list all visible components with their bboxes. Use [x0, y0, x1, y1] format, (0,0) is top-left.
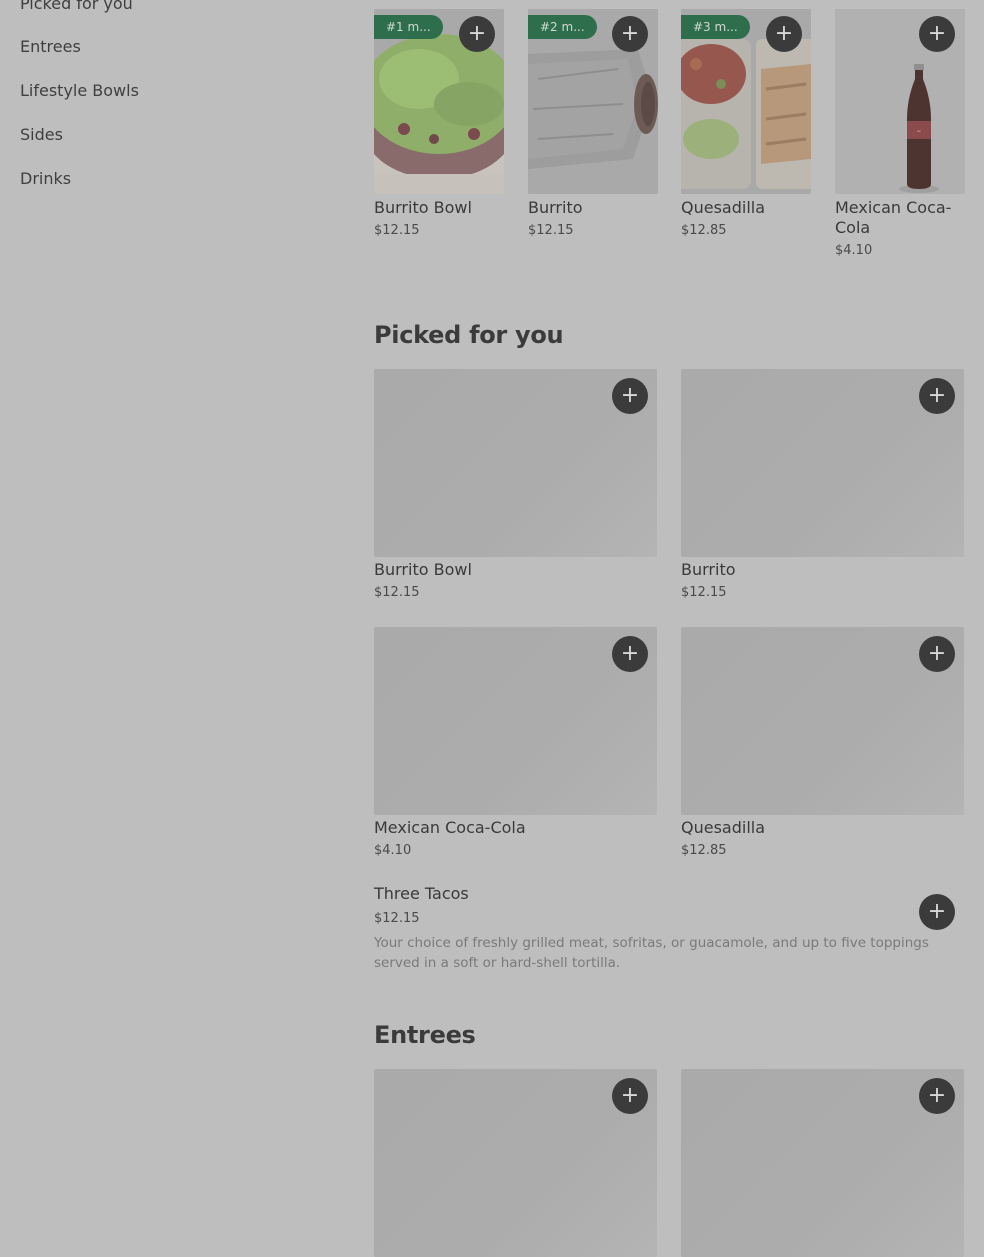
item-price: $12.15 — [374, 911, 420, 926]
rank-badge: #3 m... — [681, 15, 750, 39]
add-mexican-coca-cola-button[interactable]: + — [919, 16, 955, 52]
item-name: Mexican Coca-Cola — [835, 198, 952, 237]
sidebar-item-drinks[interactable]: Drinks — [20, 169, 71, 188]
add-burrito-button[interactable]: + — [919, 378, 955, 414]
plus-icon: + — [620, 383, 640, 408]
plus-icon: + — [927, 899, 947, 924]
rank-badge: #1 m... — [374, 15, 443, 39]
plus-icon: + — [927, 21, 947, 46]
item-name: Quesadilla — [681, 198, 766, 217]
item-description: Your choice of freshly grilled meat, sof… — [374, 935, 929, 971]
add-burrito-bowl-button[interactable]: + — [612, 378, 648, 414]
item-name: Burrito Bowl — [374, 198, 472, 217]
item-price: $4.10 — [835, 243, 873, 258]
item-name: Quesadilla — [681, 818, 766, 837]
plus-icon: + — [927, 1083, 947, 1108]
sidebar-item-picked-for-you[interactable]: Picked for you — [20, 0, 133, 13]
item-price: $12.15 — [681, 585, 727, 600]
plus-icon: + — [620, 1083, 640, 1108]
item-name: Three Tacos — [374, 884, 469, 903]
add-burrito-button[interactable]: + — [612, 16, 648, 52]
sidebar-item-entrees[interactable]: Entrees — [20, 37, 81, 56]
add-quesadilla-button[interactable]: + — [766, 16, 802, 52]
item-price: $12.15 — [374, 223, 420, 238]
item-price: $12.15 — [374, 585, 420, 600]
section-title-picked-for-you: Picked for you — [374, 321, 564, 349]
plus-icon: + — [620, 641, 640, 666]
add-quesadilla-button[interactable]: + — [919, 636, 955, 672]
rank-badge: #2 m... — [528, 15, 597, 39]
add-burrito-bowl-button[interactable]: + — [459, 16, 495, 52]
section-title-entrees: Entrees — [374, 1021, 476, 1049]
item-price: $4.10 — [374, 843, 412, 858]
item-name: Burrito — [528, 198, 583, 217]
item-price: $12.15 — [528, 223, 574, 238]
plus-icon: + — [774, 21, 794, 46]
sidebar-item-lifestyle-bowls[interactable]: Lifestyle Bowls — [20, 81, 139, 100]
sidebar-item-sides[interactable]: Sides — [20, 125, 63, 144]
plus-icon: + — [927, 641, 947, 666]
item-price: $12.85 — [681, 223, 727, 238]
add-entree-button[interactable]: + — [919, 1078, 955, 1114]
item-price: $12.85 — [681, 843, 727, 858]
plus-icon: + — [467, 21, 487, 46]
add-three-tacos-button[interactable]: + — [919, 894, 955, 930]
item-name: Burrito — [681, 560, 736, 579]
add-entree-button[interactable]: + — [612, 1078, 648, 1114]
add-mexican-coca-cola-button[interactable]: + — [612, 636, 648, 672]
plus-icon: + — [927, 383, 947, 408]
plus-icon: + — [620, 21, 640, 46]
coca-cola-logo-text: ~ — [916, 128, 921, 135]
item-name: Burrito Bowl — [374, 560, 472, 579]
item-name: Mexican Coca-Cola — [374, 818, 526, 837]
